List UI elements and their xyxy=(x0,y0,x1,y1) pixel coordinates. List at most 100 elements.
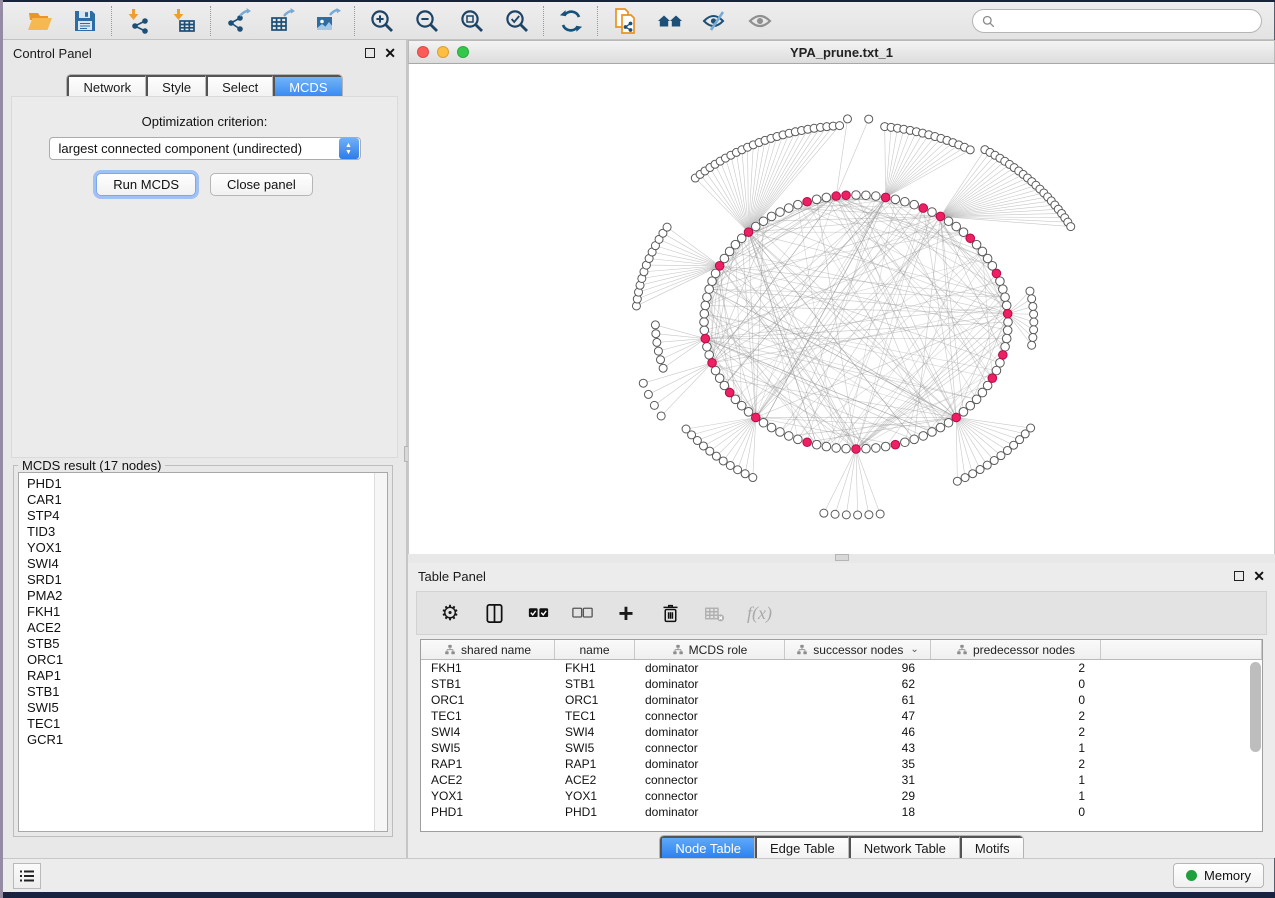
network-node[interactable] xyxy=(862,191,871,200)
network-node[interactable] xyxy=(1001,342,1010,351)
network-node[interactable] xyxy=(734,466,742,474)
network-node[interactable] xyxy=(741,470,749,478)
network-node[interactable] xyxy=(701,301,710,310)
network-node[interactable] xyxy=(831,510,839,518)
network-node[interactable] xyxy=(705,285,714,294)
column-layout-icon[interactable] xyxy=(483,601,505,625)
close-table-panel-icon[interactable]: ✕ xyxy=(1253,571,1265,581)
network-node[interactable] xyxy=(644,390,652,398)
network-node[interactable] xyxy=(751,222,760,231)
network-node[interactable] xyxy=(988,374,997,383)
import-network-icon[interactable] xyxy=(125,7,152,34)
network-node[interactable] xyxy=(803,438,812,447)
network-node[interactable] xyxy=(910,435,919,444)
delete-row-icon[interactable] xyxy=(659,601,681,625)
mcds-result-list[interactable]: PHD1CAR1STP4TID3YOX1SWI4SRD1PMA2FKH1ACE2… xyxy=(18,472,388,832)
network-node[interactable] xyxy=(1003,309,1012,318)
mcds-result-item[interactable]: GCR1 xyxy=(27,732,387,748)
network-node[interactable] xyxy=(812,195,821,204)
mcds-result-item[interactable]: ORC1 xyxy=(27,652,387,668)
network-titlebar[interactable]: YPA_prune.txt_1 xyxy=(408,40,1275,64)
network-node[interactable] xyxy=(881,442,890,451)
network-node[interactable] xyxy=(881,193,890,202)
network-node[interactable] xyxy=(999,285,1008,294)
network-node[interactable] xyxy=(1028,295,1036,303)
float-panel-icon[interactable] xyxy=(365,48,375,58)
mcds-result-item[interactable]: TEC1 xyxy=(27,716,387,732)
deselect-all-icon[interactable] xyxy=(571,601,593,625)
network-node[interactable] xyxy=(767,212,776,221)
network-node[interactable] xyxy=(832,192,841,201)
network-node[interactable] xyxy=(966,234,975,243)
network-node[interactable] xyxy=(794,435,803,444)
network-node[interactable] xyxy=(876,510,884,518)
network-node[interactable] xyxy=(901,197,910,206)
duplicate-network-icon[interactable] xyxy=(611,7,638,34)
export-image-icon[interactable] xyxy=(314,7,341,34)
network-node[interactable] xyxy=(705,351,714,360)
select-all-icon[interactable] xyxy=(527,601,549,625)
network-node[interactable] xyxy=(944,418,953,427)
table-scrollbar-thumb[interactable] xyxy=(1250,662,1261,752)
network-node[interactable] xyxy=(844,115,852,123)
network-node[interactable] xyxy=(852,191,861,200)
network-graph[interactable] xyxy=(409,64,1274,554)
run-mcds-button[interactable]: Run MCDS xyxy=(96,173,196,196)
mcds-result-item[interactable]: CAR1 xyxy=(27,492,387,508)
network-node[interactable] xyxy=(759,418,768,427)
network-node[interactable] xyxy=(969,470,977,478)
mcds-result-item[interactable]: RAP1 xyxy=(27,668,387,684)
network-node[interactable] xyxy=(703,293,712,302)
network-node[interactable] xyxy=(936,212,945,221)
network-node[interactable] xyxy=(1003,326,1012,335)
network-node[interactable] xyxy=(701,334,710,343)
table-row[interactable]: STB1STB1dominator620 xyxy=(421,676,1262,692)
network-node[interactable] xyxy=(832,444,841,453)
network-node[interactable] xyxy=(715,262,724,271)
network-node[interactable] xyxy=(959,228,968,237)
network-node[interactable] xyxy=(820,509,828,517)
network-node[interactable] xyxy=(990,457,998,465)
refresh-icon[interactable] xyxy=(557,7,584,34)
network-node[interactable] xyxy=(1030,310,1038,318)
horizontal-splitter-handle[interactable] xyxy=(835,554,849,561)
network-node[interactable] xyxy=(1029,334,1037,342)
mcds-result-item[interactable]: STB1 xyxy=(27,684,387,700)
mcds-result-item[interactable]: SWI4 xyxy=(27,556,387,572)
network-node[interactable] xyxy=(1029,302,1037,310)
network-node[interactable] xyxy=(651,321,659,329)
network-node[interactable] xyxy=(700,326,709,335)
table-row[interactable]: RAP1RAP1dominator352 xyxy=(421,756,1262,772)
close-panel-button[interactable]: Close panel xyxy=(210,173,313,196)
network-node[interactable] xyxy=(703,342,712,351)
network-node[interactable] xyxy=(784,204,793,213)
chevron-down-icon[interactable]: ⌄ xyxy=(910,644,918,655)
network-node[interactable] xyxy=(865,115,873,123)
table-row[interactable]: SWI4SWI4dominator462 xyxy=(421,724,1262,740)
network-node[interactable] xyxy=(1030,318,1038,326)
hide-selected-icon[interactable] xyxy=(701,7,728,34)
network-node[interactable] xyxy=(776,428,785,437)
mcds-result-item[interactable]: STP4 xyxy=(27,508,387,524)
network-node[interactable] xyxy=(822,442,831,451)
network-node[interactable] xyxy=(961,474,969,482)
criterion-dropdown[interactable]: largest connected component (undirected)… xyxy=(49,137,361,160)
network-node[interactable] xyxy=(992,269,1001,278)
network-node[interactable] xyxy=(744,228,753,237)
network-node[interactable] xyxy=(744,408,753,417)
column-header-predecessor-nodes[interactable]: predecessor nodes xyxy=(931,640,1101,659)
network-node[interactable] xyxy=(901,438,910,447)
network-node[interactable] xyxy=(842,444,851,453)
network-node[interactable] xyxy=(657,356,665,364)
network-node[interactable] xyxy=(936,423,945,432)
network-node[interactable] xyxy=(659,364,667,372)
table-row[interactable]: YOX1YOX1connector291 xyxy=(421,788,1262,804)
mcds-result-item[interactable]: STB5 xyxy=(27,636,387,652)
network-node[interactable] xyxy=(919,204,928,213)
task-history-button[interactable] xyxy=(13,863,41,889)
network-node[interactable] xyxy=(959,408,968,417)
network-node[interactable] xyxy=(682,425,690,433)
network-node[interactable] xyxy=(836,122,844,130)
network-node[interactable] xyxy=(1030,326,1038,334)
network-node[interactable] xyxy=(944,217,953,226)
